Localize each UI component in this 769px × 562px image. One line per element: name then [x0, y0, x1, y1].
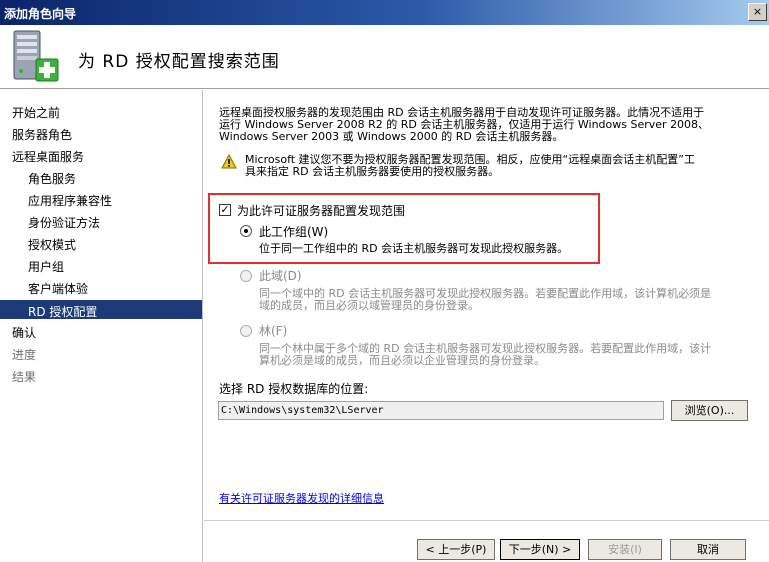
domain-radio[interactable]: [240, 270, 252, 282]
more-info-link[interactable]: 有关许可证服务器发现的详细信息: [219, 490, 384, 506]
sidebar-item-user-groups[interactable]: 用户组: [28, 258, 64, 278]
forest-label: 林(F): [259, 324, 288, 338]
browse-button[interactable]: 浏览(O)...: [671, 400, 748, 421]
close-icon[interactable]: ×: [748, 3, 767, 21]
sidebar-item-server-roles[interactable]: 服务器角色: [12, 126, 72, 146]
wizard-steps-sidebar: 开始之前 服务器角色 远程桌面服务 角色服务 应用程序兼容性 身份验证方法 授权…: [0, 90, 203, 562]
sidebar-item-client-experience[interactable]: 客户端体验: [28, 280, 88, 300]
db-location-label: 选择 RD 授权数据库的位置:: [219, 382, 369, 396]
next-button[interactable]: 下一步(N) >: [500, 539, 580, 560]
domain-description-line-2: 域的成员，而且必须以域管理员的身份登录。: [259, 299, 479, 312]
sidebar-item-confirmation[interactable]: 确认: [12, 324, 36, 344]
radio-selected-dot: [244, 229, 248, 233]
sidebar-item-licensing-mode[interactable]: 授权模式: [28, 236, 76, 256]
install-button: 安装(I): [588, 539, 662, 560]
sidebar-item-authentication[interactable]: 身份验证方法: [28, 214, 100, 234]
window-title: 添加角色向导: [4, 7, 77, 21]
sidebar-item-remote-desktop-services[interactable]: 远程桌面服务: [12, 148, 84, 168]
configure-scope-checkbox[interactable]: ✓: [219, 204, 231, 216]
back-button[interactable]: < 上一步(P): [417, 539, 495, 560]
sidebar-item-results: 结果: [12, 370, 37, 384]
wizard-header: 为 RD 授权配置搜索范围: [0, 25, 769, 89]
sidebar-item-app-compatibility[interactable]: 应用程序兼容性: [28, 192, 112, 212]
warning-text-line-2: 具来指定 RD 会话主机服务器要使用的授权服务器。: [245, 165, 500, 178]
sidebar-item-progress: 进度: [12, 348, 37, 362]
workgroup-radio[interactable]: [240, 225, 252, 237]
configure-scope-label: 为此许可证服务器配置发现范围: [237, 204, 406, 218]
forest-radio[interactable]: [240, 325, 252, 337]
warning-icon: [221, 154, 237, 169]
window-titlebar: 添加角色向导 ×: [0, 0, 769, 25]
sidebar-item-role-services[interactable]: 角色服务: [28, 170, 76, 190]
sidebar-item-rd-licensing-config[interactable]: RD 授权配置: [0, 300, 202, 319]
domain-label: 此域(D): [259, 269, 302, 283]
sidebar-item-before-you-begin[interactable]: 开始之前: [12, 104, 60, 124]
forest-description-line-2: 算机必须是域的成员，而且必须以企业管理员的身份登录。: [259, 354, 545, 367]
workgroup-label: 此工作组(W): [259, 225, 329, 239]
server-add-icon: [13, 30, 59, 82]
workgroup-description: 位于同一工作组中的 RD 会话主机服务器可发现此授权服务器。: [259, 242, 569, 255]
page-title: 为 RD 授权配置搜索范围: [78, 52, 280, 72]
intro-text-line-3: Windows Server 2003 或 Windows 2000 的 RD …: [219, 130, 564, 143]
cancel-button[interactable]: 取消: [670, 539, 746, 560]
footer-divider: [204, 520, 769, 521]
db-path-input[interactable]: C:\Windows\system32\LServer: [218, 401, 664, 420]
